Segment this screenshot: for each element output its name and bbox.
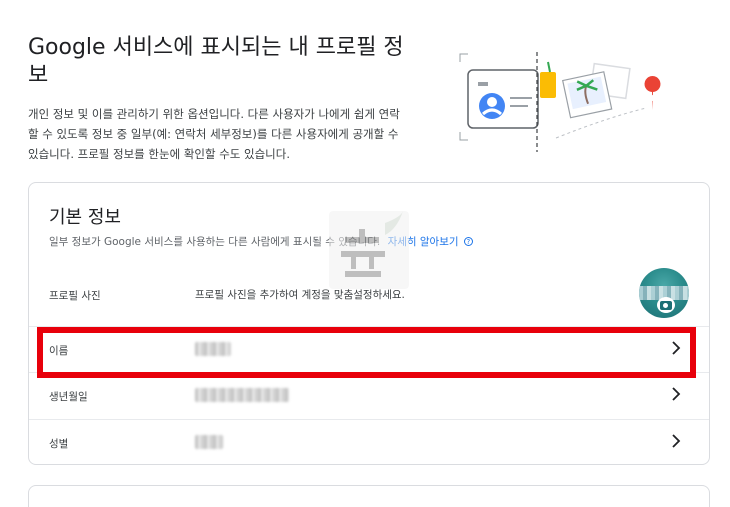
corner-mark-icon xyxy=(459,53,468,62)
chevron-right-icon xyxy=(672,341,681,355)
corner-mark-icon xyxy=(459,132,468,141)
gender-value-redacted xyxy=(195,435,223,449)
name-value-redacted xyxy=(195,342,231,356)
gender-label: 성별 xyxy=(49,438,69,450)
gender-row[interactable]: 성별 xyxy=(29,419,709,463)
card-title: 기본 정보 xyxy=(49,207,121,228)
page-description: 개인 정보 및 이를 관리하기 위한 옵션입니다. 다른 사용자가 나에게 쉽게… xyxy=(28,107,400,161)
camera-icon[interactable] xyxy=(657,297,675,313)
birthday-value-redacted xyxy=(195,388,289,402)
profile-photo-label: 프로필 사진 xyxy=(49,290,101,302)
birthday-label: 생년월일 xyxy=(49,391,88,403)
birthday-row[interactable]: 생년월일 xyxy=(29,372,709,416)
next-card xyxy=(28,485,710,507)
chevron-right-icon xyxy=(672,434,681,448)
drink-icon xyxy=(540,72,556,98)
chevron-right-icon xyxy=(672,387,681,401)
map-pin-icon xyxy=(644,76,661,110)
name-label: 이름 xyxy=(49,345,69,357)
page-title: Google 서비스에 표시되는 내 프로필 정보 xyxy=(28,35,404,88)
profile-illustration xyxy=(459,52,661,152)
photo-icon xyxy=(561,71,613,119)
help-icon[interactable]: ? xyxy=(463,237,473,246)
watermark-logo-icon xyxy=(329,211,409,289)
name-row[interactable]: 이름 xyxy=(29,326,709,370)
